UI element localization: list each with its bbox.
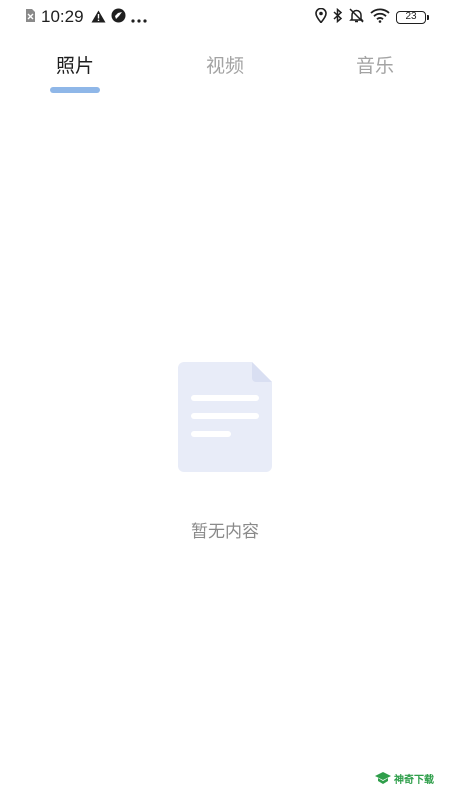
status-time: 10:29 xyxy=(41,7,84,26)
tab-videos-label: 视频 xyxy=(205,55,244,77)
battery-icon: 23 xyxy=(396,10,429,24)
location-icon xyxy=(315,7,327,27)
battery-level: 23 xyxy=(405,11,417,22)
empty-state-message: 暂无内容 xyxy=(191,522,259,542)
bell-muted-icon xyxy=(349,7,364,27)
more-dots-icon xyxy=(130,8,147,27)
watermark-logo-icon xyxy=(375,769,391,788)
status-bar-left: 10:29 xyxy=(25,8,147,26)
screen: 10:29 23 照片 视频 音乐 暂无内容 神奇下载 xyxy=(0,0,450,800)
tab-music-label: 音乐 xyxy=(355,55,394,77)
sim-card-off-icon xyxy=(25,8,36,27)
bluetooth-icon xyxy=(333,7,343,27)
tab-music[interactable]: 音乐 xyxy=(300,50,450,98)
watermark-text: 神奇下载 xyxy=(394,775,434,786)
tab-videos[interactable]: 视频 xyxy=(150,50,300,98)
document-icon xyxy=(178,362,272,472)
active-tab-indicator xyxy=(50,87,100,93)
warning-icon xyxy=(91,8,106,27)
media-tabs: 照片 视频 音乐 xyxy=(0,50,450,98)
status-bar-right: 23 xyxy=(315,7,429,27)
app-notification-icon xyxy=(111,8,126,27)
wifi-icon xyxy=(370,8,390,27)
watermark: 神奇下载 xyxy=(375,769,434,788)
tab-photos-label: 照片 xyxy=(55,55,94,77)
status-bar: 10:29 23 xyxy=(0,0,450,34)
